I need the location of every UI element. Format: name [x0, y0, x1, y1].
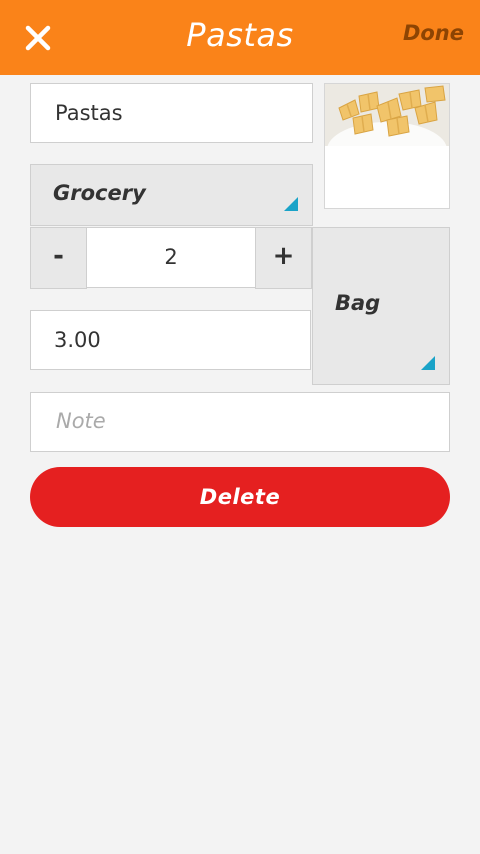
category-select[interactable]: Grocery — [30, 164, 313, 226]
price-field[interactable]: 3.00 — [30, 310, 311, 370]
unit-value: Bag — [335, 291, 381, 315]
increase-quantity-button[interactable]: + — [255, 227, 312, 289]
delete-button[interactable]: Delete — [30, 467, 450, 527]
item-name-field[interactable]: Pastas — [30, 83, 313, 143]
close-button[interactable] — [20, 20, 56, 56]
dropdown-indicator-icon — [421, 356, 435, 370]
quantity-field[interactable]: 2 — [86, 227, 256, 288]
done-button[interactable]: Done — [403, 21, 464, 45]
item-image[interactable] — [324, 83, 450, 209]
unit-select[interactable]: Bag — [312, 227, 450, 385]
pasta-thumbnail — [325, 84, 449, 178]
dropdown-indicator-icon — [284, 197, 298, 211]
note-field[interactable]: Note — [30, 392, 450, 452]
category-value: Grocery — [53, 181, 146, 205]
close-icon — [25, 25, 51, 51]
app-header: Pastas Done — [0, 0, 480, 75]
decrease-quantity-button[interactable]: - — [30, 227, 87, 289]
